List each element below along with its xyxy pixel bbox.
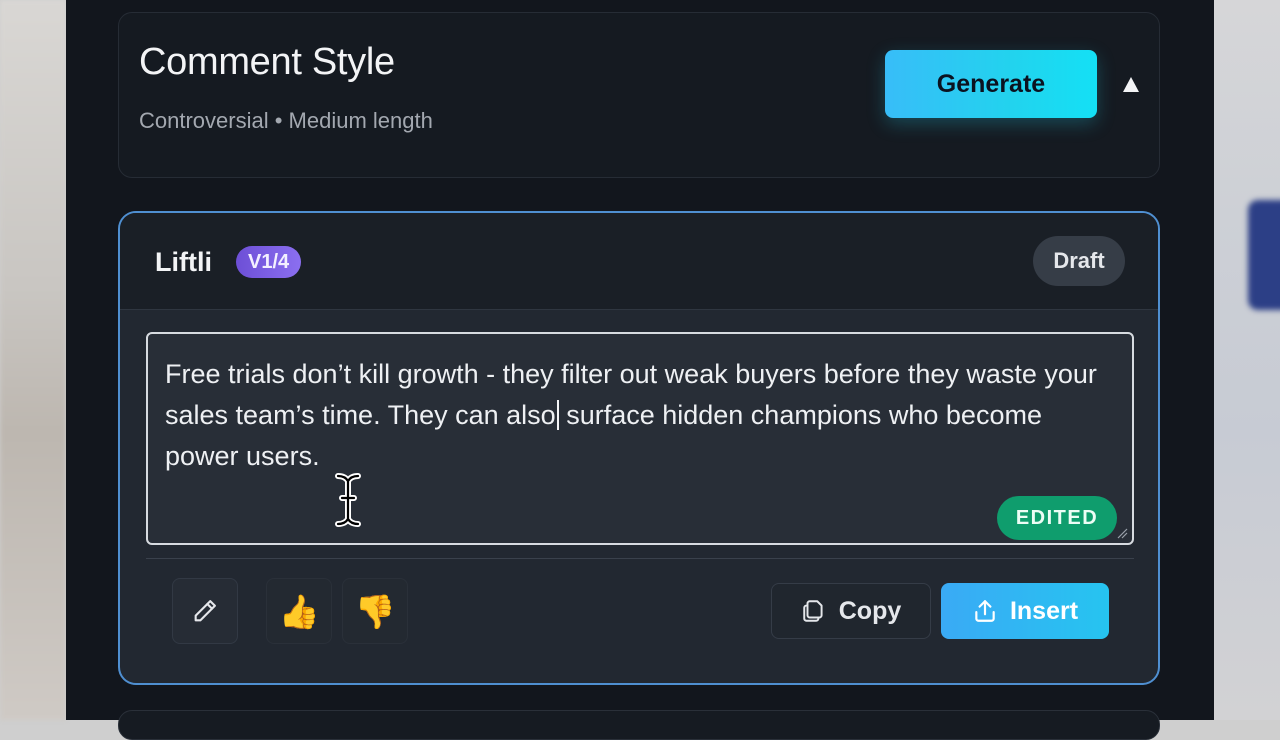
upload-icon [975, 600, 995, 622]
resize-handle-icon[interactable] [1116, 527, 1128, 539]
copy-button[interactable]: Copy [771, 583, 931, 639]
version-badge[interactable]: V1/4 [236, 246, 302, 278]
action-divider [146, 558, 1134, 559]
dislike-button[interactable]: 👎 [342, 578, 408, 644]
next-card [118, 710, 1160, 740]
comment-textarea[interactable]: Free trials don’t kill growth - they fil… [146, 332, 1134, 545]
generate-button[interactable]: Generate [885, 50, 1097, 118]
generated-comment-card: Liftli V1/4 Draft Free trials don’t kill… [118, 211, 1160, 685]
comment-style-title: Comment Style [139, 41, 395, 83]
edited-badge: EDITED [997, 496, 1117, 540]
comment-style-card[interactable]: Comment Style Controversial • Medium len… [118, 12, 1160, 178]
copy-label: Copy [838, 596, 902, 625]
pencil-icon [194, 600, 216, 622]
like-button[interactable]: 👍 [266, 578, 332, 644]
edit-button[interactable] [172, 578, 238, 644]
background-shape [1248, 200, 1280, 310]
insert-label: Insert [1009, 596, 1079, 625]
comment-text[interactable]: Free trials don’t kill growth - they fil… [165, 354, 1115, 477]
thumbs-down-icon: 👎 [354, 592, 396, 630]
copy-icon [803, 600, 823, 622]
extension-panel: Comment Style Controversial • Medium len… [66, 0, 1214, 740]
text-cursor-icon [335, 473, 361, 527]
result-header: Liftli V1/4 Draft [120, 213, 1158, 310]
status-badge: Draft [1033, 236, 1125, 286]
triangle-up-icon[interactable] [1123, 77, 1139, 92]
thumbs-up-icon: 👍 [278, 592, 320, 630]
insert-button[interactable]: Insert [941, 583, 1109, 639]
brand-name: Liftli [155, 247, 212, 277]
comment-style-summary: Controversial • Medium length [139, 108, 433, 133]
background-blur-left [0, 0, 66, 720]
background-blur-right [1214, 0, 1280, 720]
